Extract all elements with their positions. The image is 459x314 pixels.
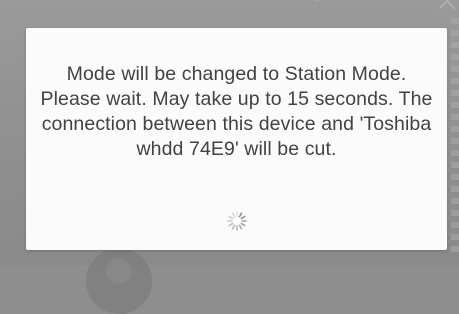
spinner-tick: [240, 222, 246, 227]
spinner-tick: [231, 212, 236, 218]
spinner-tick: [228, 222, 234, 227]
spinner-tick: [238, 224, 243, 230]
spinner-tick: [231, 224, 236, 230]
dialog-message: Mode will be changed to Station Mode. Pl…: [40, 63, 433, 160]
spinner-tick: [238, 212, 243, 218]
spinner-tick: [228, 215, 234, 220]
background-rail: [451, 18, 459, 258]
loading-spinner-icon: [227, 211, 247, 231]
background-circle-inner: [106, 258, 132, 284]
chevron-up-icon: [438, 0, 456, 17]
mode-change-dialog: Mode will be changed to Station Mode. Pl…: [26, 28, 447, 250]
spinner-tick: [240, 215, 246, 220]
